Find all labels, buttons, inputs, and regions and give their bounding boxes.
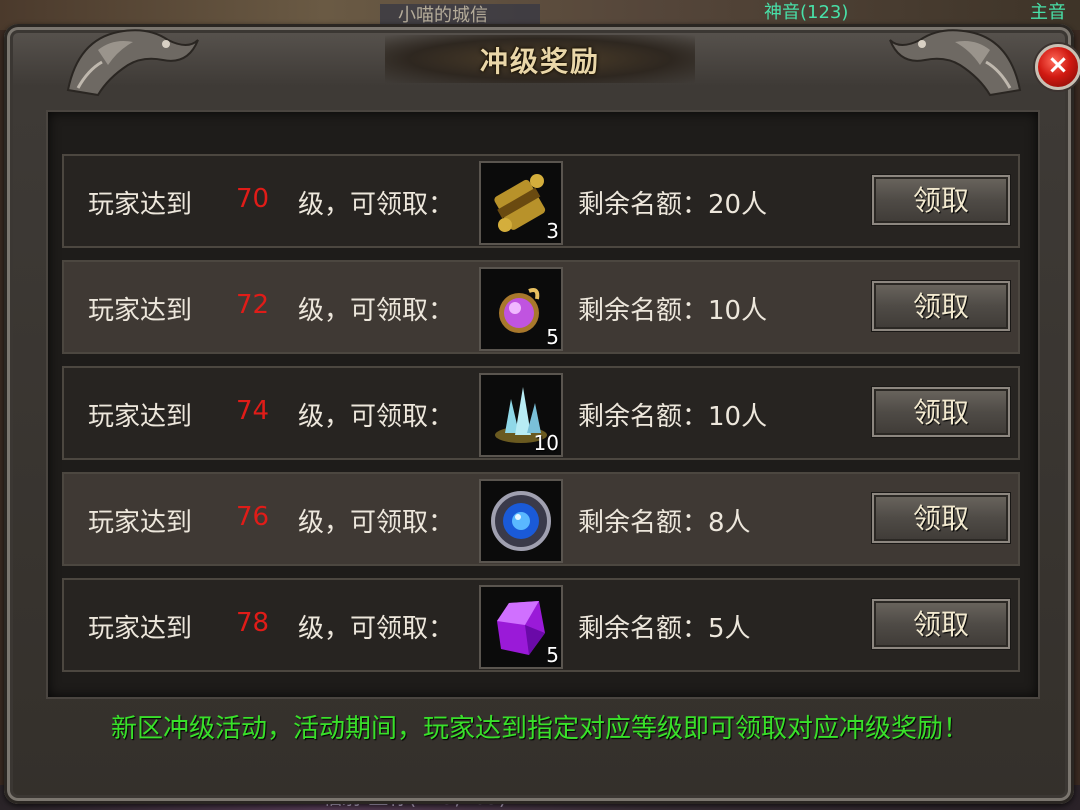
row-prefix: 玩家达到: [88, 190, 193, 220]
row-suffix: 级，可领取：: [298, 614, 455, 644]
row-level: 74: [236, 396, 270, 426]
item-count: 5: [546, 325, 559, 349]
row-suffix: 级，可领取：: [298, 296, 455, 326]
row-suffix: 级，可领取：: [298, 508, 455, 538]
reward-item-slot[interactable]: 3: [479, 161, 563, 245]
row-suffix: 级，可领取：: [298, 190, 455, 220]
row-prefix: 玩家达到: [88, 296, 193, 326]
reward-row: 玩家达到 70 级，可领取： 3 剩余名额：20人 领取: [62, 154, 1020, 248]
row-level: 70: [236, 184, 270, 214]
remaining-slots: 剩余名额：5人: [578, 614, 751, 644]
close-button[interactable]: ×: [1035, 44, 1080, 90]
row-level: 72: [236, 290, 270, 320]
reward-row: 玩家达到 72 级，可领取： 5 剩余名额：10人 领取: [62, 260, 1020, 354]
remaining-slots: 剩余名额：8人: [578, 508, 751, 538]
item-count: 10: [533, 431, 559, 455]
remaining-slots: 剩余名额：10人: [578, 402, 768, 432]
item-count: 5: [546, 643, 559, 667]
row-prefix: 玩家达到: [88, 614, 193, 644]
claim-button[interactable]: 领取: [872, 387, 1010, 437]
claim-button[interactable]: 领取: [872, 599, 1010, 649]
row-level: 76: [236, 502, 270, 532]
event-description: 新区冲级活动，活动期间，玩家达到指定对应等级即可领取对应冲级奖励！: [110, 714, 969, 744]
claim-button[interactable]: 领取: [872, 493, 1010, 543]
row-prefix: 玩家达到: [88, 402, 193, 432]
reward-item-slot[interactable]: 10: [479, 373, 563, 457]
reward-item-slot[interactable]: 5: [479, 585, 563, 669]
row-prefix: 玩家达到: [88, 508, 193, 538]
remaining-slots: 剩余名额：10人: [578, 296, 768, 326]
reward-item-slot[interactable]: [479, 479, 563, 563]
claim-button[interactable]: 领取: [872, 175, 1010, 225]
dragon-ornament-left-icon: [66, 29, 199, 97]
reward-row: 玩家达到 74 级，可领取： 10 剩余名额：10人 领取: [62, 366, 1020, 460]
claim-button[interactable]: 领取: [872, 281, 1010, 331]
row-level: 78: [236, 608, 270, 638]
dragon-ornament-right-icon: [889, 29, 1022, 97]
reward-item-slot[interactable]: 5: [479, 267, 563, 351]
row-suffix: 级，可领取：: [298, 402, 455, 432]
remaining-slots: 剩余名额：20人: [578, 190, 768, 220]
scene-player-name-2: 主音: [1030, 2, 1066, 23]
scene-player-name: 神音(123): [764, 2, 849, 23]
reward-row: 玩家达到 78 级，可领取： 5 剩余名额：5人 领取: [62, 578, 1020, 672]
item-count: 3: [546, 219, 559, 243]
blue-dragon-orb-icon: [491, 491, 551, 551]
reward-row: 玩家达到 76 级，可领取： 剩余名额：8人 领取: [62, 472, 1020, 566]
